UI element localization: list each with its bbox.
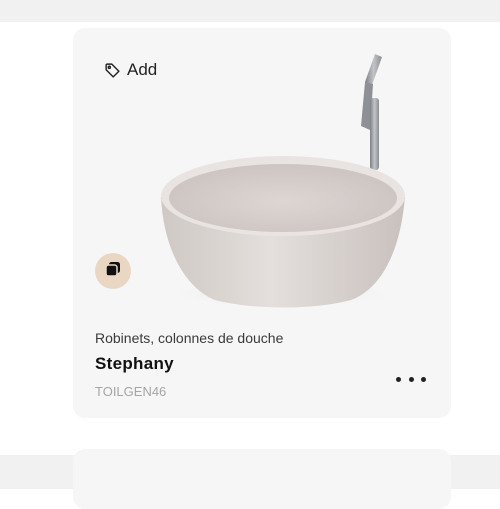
- product-sku: TOILGEN46: [95, 384, 167, 399]
- add-label: Add: [127, 60, 158, 79]
- page-top-band: [0, 0, 500, 22]
- add-button[interactable]: Add: [104, 59, 157, 81]
- more-horizontal-icon: [396, 376, 401, 382]
- next-product-card[interactable]: [73, 449, 451, 509]
- more-horizontal-icon: [408, 376, 414, 382]
- more-horizontal-icon: [421, 376, 426, 382]
- product-card[interactable]: Add Robinets, colonnes de douche Stephan…: [73, 28, 451, 418]
- variant-badge[interactable]: [95, 253, 131, 289]
- product-category: Robinets, colonnes de douche: [95, 330, 284, 346]
- product-image[interactable]: [133, 48, 433, 318]
- color-swatch-icon: [105, 261, 121, 282]
- more-options-button[interactable]: [396, 371, 426, 387]
- tag-icon: [104, 62, 121, 79]
- product-name[interactable]: Stephany: [95, 354, 174, 374]
